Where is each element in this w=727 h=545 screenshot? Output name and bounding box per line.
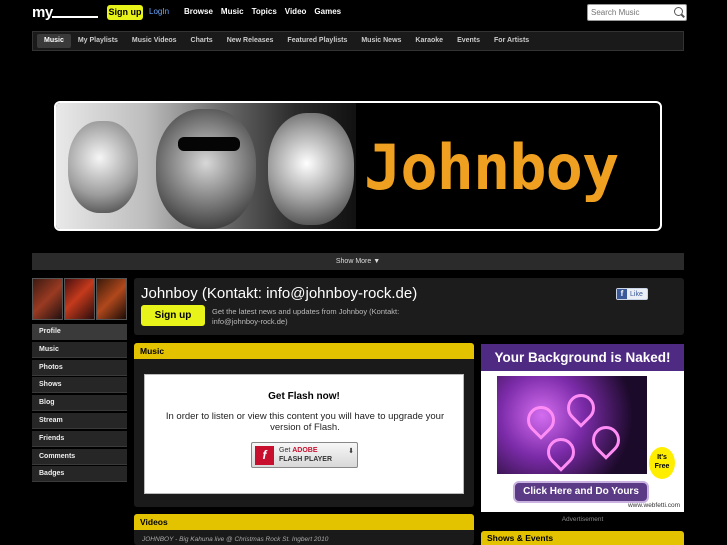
heart-icon xyxy=(586,420,626,460)
page-title: Johnboy (Kontakt: info@johnboy-rock.de) xyxy=(141,285,418,302)
music-panel: Music Get Flash now! In order to listen … xyxy=(134,343,474,507)
get-flash-player-button[interactable]: f Get ADOBE FLASH PLAYER ⬇ xyxy=(251,442,358,468)
band-photo xyxy=(56,103,356,229)
logo-underline xyxy=(52,16,98,18)
search-icon[interactable] xyxy=(674,7,683,16)
member-photo-2 xyxy=(156,109,256,229)
nav-browse[interactable]: Browse xyxy=(184,7,213,16)
member-photo-3 xyxy=(268,113,354,225)
flash-logo-icon: f xyxy=(255,446,274,465)
show-more-button[interactable]: Show More ▼ xyxy=(32,253,684,270)
profile-sidebar: Profile Music Photos Shows Blog Stream F… xyxy=(32,324,127,484)
like-label: Like xyxy=(630,290,643,298)
videos-panel-title: Videos xyxy=(134,514,474,530)
subnav-for-artists[interactable]: For Artists xyxy=(487,34,536,48)
flash-title: Get Flash now! xyxy=(268,391,340,402)
advertisement-label: Advertisement xyxy=(561,516,604,523)
site-logo[interactable]: my xyxy=(32,4,53,21)
ad-cta-button[interactable]: Click Here and Do Yours xyxy=(513,481,649,503)
nav-topics[interactable]: Topics xyxy=(252,7,277,16)
subnav-charts[interactable]: Charts xyxy=(184,34,220,48)
shows-events-panel-title: Shows & Events xyxy=(481,531,684,545)
video-item[interactable]: JOHNBOY - Big Kahuna live @ Christmas Ro… xyxy=(134,530,474,545)
sunglasses xyxy=(178,137,240,151)
thumbnail[interactable] xyxy=(64,278,95,320)
sidebar-item-comments[interactable]: Comments xyxy=(32,448,127,465)
facebook-like-button[interactable]: f Like xyxy=(616,288,648,300)
heart-icon xyxy=(541,432,581,472)
search-input[interactable] xyxy=(591,7,671,18)
heart-icon xyxy=(561,388,601,428)
thumbnail[interactable] xyxy=(32,278,63,320)
band-banner: Johnboy xyxy=(54,101,662,231)
profile-header: Johnboy (Kontakt: info@johnboy-rock.de) … xyxy=(134,278,684,335)
sidebar-item-profile[interactable]: Profile xyxy=(32,324,127,340)
follow-description: Get the latest news and updates from Joh… xyxy=(212,307,400,326)
subnav-new-releases[interactable]: New Releases xyxy=(220,34,281,48)
sidebar-item-blog[interactable]: Blog xyxy=(32,395,127,412)
music-panel-title: Music xyxy=(134,343,474,359)
flash-player-label: FLASH PLAYER xyxy=(279,456,333,463)
nav-games[interactable]: Games xyxy=(314,7,341,16)
subnav-featured-playlists[interactable]: Featured Playlists xyxy=(280,34,354,48)
subnav-music-news[interactable]: Music News xyxy=(354,34,408,48)
login-link[interactable]: LogIn xyxy=(149,7,169,16)
facebook-icon: f xyxy=(617,289,627,299)
flash-upgrade-box: Get Flash now! In order to listen or vie… xyxy=(144,374,464,494)
flash-message: In order to listen or view this content … xyxy=(165,411,445,433)
subnav-my-playlists[interactable]: My Playlists xyxy=(71,34,125,48)
sidebar-item-stream[interactable]: Stream xyxy=(32,412,127,429)
signup-button[interactable]: Sign up xyxy=(107,5,143,20)
search-box xyxy=(587,4,687,21)
top-nav: Browse Music Topics Video Games xyxy=(184,7,341,16)
nav-music[interactable]: Music xyxy=(221,7,244,16)
advertisement-banner[interactable]: Your Background is Naked! It's Free Clic… xyxy=(481,344,684,512)
follow-signup-button[interactable]: Sign up xyxy=(141,305,205,326)
sidebar-item-music[interactable]: Music xyxy=(32,341,127,358)
sidebar-item-shows[interactable]: Shows xyxy=(32,377,127,394)
videos-panel: Videos JOHNBOY - Big Kahuna live @ Chris… xyxy=(134,514,474,545)
subnav-music-videos[interactable]: Music Videos xyxy=(125,34,184,48)
hearts-image xyxy=(497,376,647,474)
heart-icon xyxy=(521,400,561,440)
subnav-music[interactable]: Music xyxy=(37,34,71,48)
ad-url: www.webfetti.com xyxy=(627,502,680,509)
photo-thumbnails xyxy=(32,278,127,320)
free-badge: It's Free xyxy=(649,447,675,479)
thumbnail[interactable] xyxy=(96,278,127,320)
subnav-karaoke[interactable]: Karaoke xyxy=(408,34,450,48)
download-arrow-icon: ⬇ xyxy=(348,448,354,455)
sidebar-item-friends[interactable]: Friends xyxy=(32,430,127,447)
subnav-events[interactable]: Events xyxy=(450,34,487,48)
sidebar-item-badges[interactable]: Badges xyxy=(32,466,127,483)
nav-video[interactable]: Video xyxy=(285,7,307,16)
ad-body: It's Free Click Here and Do Yours www.we… xyxy=(481,371,684,512)
flash-get-label: Get ADOBE xyxy=(279,447,318,454)
ad-headline: Your Background is Naked! xyxy=(481,344,684,371)
band-name-logo: Johnboy xyxy=(364,131,619,204)
top-bar: my Sign up LogIn Browse Music Topics Vid… xyxy=(0,0,727,26)
sidebar-item-photos[interactable]: Photos xyxy=(32,359,127,376)
music-subnav: Music My Playlists Music Videos Charts N… xyxy=(32,31,684,51)
member-photo-1 xyxy=(68,121,138,213)
